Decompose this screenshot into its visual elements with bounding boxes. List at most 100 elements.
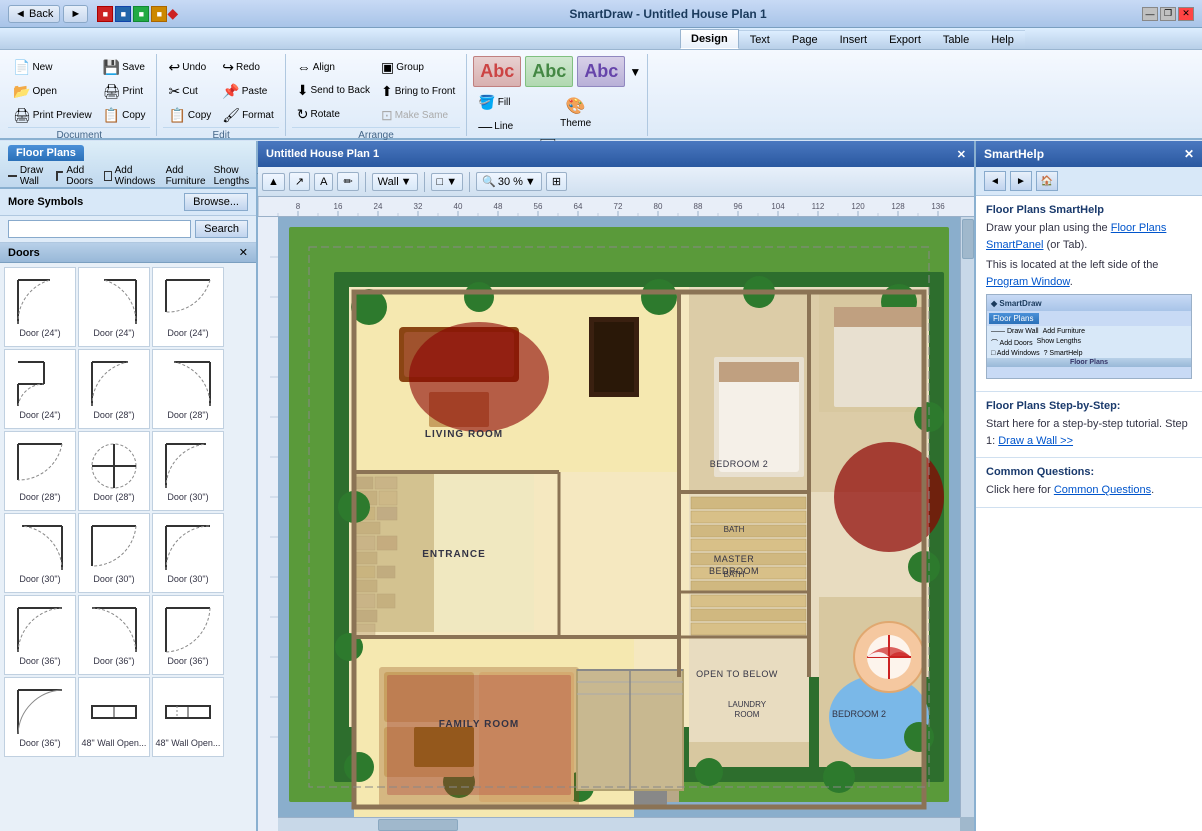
door-item[interactable]: 48" Wall Open... [78,677,150,757]
smarthelp-title: SmartHelp [984,147,1044,161]
sh-forward-button[interactable]: ► [1010,171,1032,191]
door-item[interactable]: Door (28") [78,431,150,511]
draw-tool[interactable]: ✏ [337,172,358,191]
shape-dropdown[interactable]: □ ▼ [431,173,464,191]
fit-tool[interactable]: ⊞ [546,172,567,191]
doors-close-icon[interactable]: ✕ [239,246,248,259]
door-item[interactable]: Door (36") [4,677,76,757]
scroll-thumb-v[interactable] [962,219,974,259]
tab-table[interactable]: Table [932,30,980,49]
door-item[interactable]: Door (28") [4,431,76,511]
door-item[interactable]: Door (30") [152,431,224,511]
sh-link-draw-wall[interactable]: Draw a Wall >> [998,435,1073,447]
pointer-tool[interactable]: ▲ [262,173,285,191]
svg-text:128: 128 [891,202,905,211]
door-item[interactable]: Door (24") [78,267,150,347]
sh-home-button[interactable]: 🏠 [1036,171,1058,191]
canvas-scrollbar-horizontal[interactable] [278,817,960,831]
door-label: Door (30") [93,574,134,584]
style-abc1-button[interactable]: Abc [473,56,521,87]
print-button[interactable]: 🖨 Print [98,80,151,103]
door-item[interactable]: Door (28") [78,349,150,429]
door-item[interactable]: Door (36") [78,595,150,675]
bring-front-button[interactable]: ⬆ Bring to Front [376,80,460,103]
line-button[interactable]: — Line [473,115,533,137]
door-item[interactable]: Door (28") [152,349,224,429]
restore-button[interactable]: ❐ [1160,7,1176,21]
open-button[interactable]: 📂 Open [8,80,97,103]
forward-button[interactable]: ► [63,5,88,23]
search-button[interactable]: Search [195,220,248,238]
symbols-search: Search [0,216,256,243]
zoom-select-tool[interactable]: ↗ [289,172,310,191]
tab-text[interactable]: Text [739,30,781,49]
rotate-button[interactable]: ↻ Rotate [292,103,375,126]
door-item[interactable]: Door (36") [4,595,76,675]
zoom-control[interactable]: 🔍 30 % ▼ [476,172,542,191]
svg-text:BATH: BATH [724,525,745,534]
sh-back-button[interactable]: ◄ [984,171,1006,191]
style-abc2-button[interactable]: Abc [525,56,573,87]
style-abc3-label: Abc [584,61,618,82]
text-tool[interactable]: A [314,173,333,191]
make-same-button[interactable]: ⊡ Make Same [376,104,460,127]
browse-button[interactable]: Browse... [184,193,248,211]
print-preview-button[interactable]: 🖨 Print Preview [8,104,97,127]
door-item[interactable]: Door (30") [152,513,224,593]
draw-wall-item[interactable]: Draw Wall [8,165,48,187]
door-item[interactable]: Door (30") [78,513,150,593]
canvas-scrollbar-vertical[interactable] [960,217,974,817]
redo-button[interactable]: ↪ Redo [217,56,278,79]
add-furniture-item[interactable]: Add Furniture [166,165,206,187]
new-button[interactable]: 📄 New [8,56,97,79]
tab-design[interactable]: Design [680,29,739,49]
search-input[interactable] [8,220,191,238]
sh-link-program-window[interactable]: Program Window [986,276,1070,288]
svg-text:96: 96 [734,202,743,211]
copy-doc-button[interactable]: 📋 Copy [98,104,151,127]
door-item[interactable]: Door (24") [4,267,76,347]
copy-edit-button[interactable]: 📋 Copy [163,104,216,127]
theme-button[interactable]: 🎨 Theme [534,91,617,134]
canvas-close-icon[interactable]: ✕ [957,148,966,161]
add-doors-item[interactable]: Add Doors [56,165,96,187]
add-windows-item[interactable]: Add Windows [104,165,158,187]
door-label: Door (24") [167,328,208,338]
door-item[interactable]: Door (24") [4,349,76,429]
document-label: Document [8,127,150,141]
tab-insert[interactable]: Insert [829,30,879,49]
wall-dropdown[interactable]: Wall ▼ [372,173,418,191]
door-item[interactable]: Door (30") [4,513,76,593]
style-abc3-button[interactable]: Abc [577,56,625,87]
door-item[interactable]: 48" Wall Open... [152,677,224,757]
scroll-thumb-h[interactable] [378,819,458,831]
svg-text:40: 40 [454,202,463,211]
sh-text-3: Start here for a step-by-step tutorial. … [986,416,1192,449]
cut-button[interactable]: ✂ Cut [163,80,216,103]
floor-plans-tab-label[interactable]: Floor Plans [8,145,84,161]
door-item[interactable]: Door (36") [152,595,224,675]
minimize-button[interactable]: — [1142,7,1158,21]
tab-page[interactable]: Page [781,30,829,49]
sh-text-1: Draw your plan using the Floor Plans Sma… [986,220,1192,253]
sh-link-common-questions[interactable]: Common Questions [1054,484,1151,496]
format-button[interactable]: 🖌 Format [217,104,278,127]
tab-export[interactable]: Export [878,30,932,49]
close-button[interactable]: ✕ [1178,7,1194,21]
group-button[interactable]: ▣ Group [376,56,460,79]
door-item[interactable]: Door (24") [152,267,224,347]
back-button[interactable]: ◄ Back [8,5,60,23]
tab-help[interactable]: Help [980,30,1025,49]
smarthelp-close-icon[interactable]: ✕ [1184,147,1194,161]
send-back-button[interactable]: ⬇ Send to Back [292,79,375,102]
style-dropdown-arrow[interactable]: ▼ [629,65,641,79]
save-button[interactable]: 💾 Save [98,56,151,79]
floor-plan-area[interactable]: FIRST FLOOR SECOND FLOOR LIVING ROOM ENT… [278,217,960,817]
door-label: Door (28") [19,492,60,502]
fill-button[interactable]: 🪣 Fill [473,91,533,114]
align-button[interactable]: ⇔ Align [292,56,375,78]
paste-button[interactable]: 📌 Paste [217,80,278,103]
show-lengths-item[interactable]: Show Lengths [214,165,250,187]
undo-button[interactable]: ↩ Undo [163,56,216,79]
cut-icon: ✂ [168,83,180,100]
